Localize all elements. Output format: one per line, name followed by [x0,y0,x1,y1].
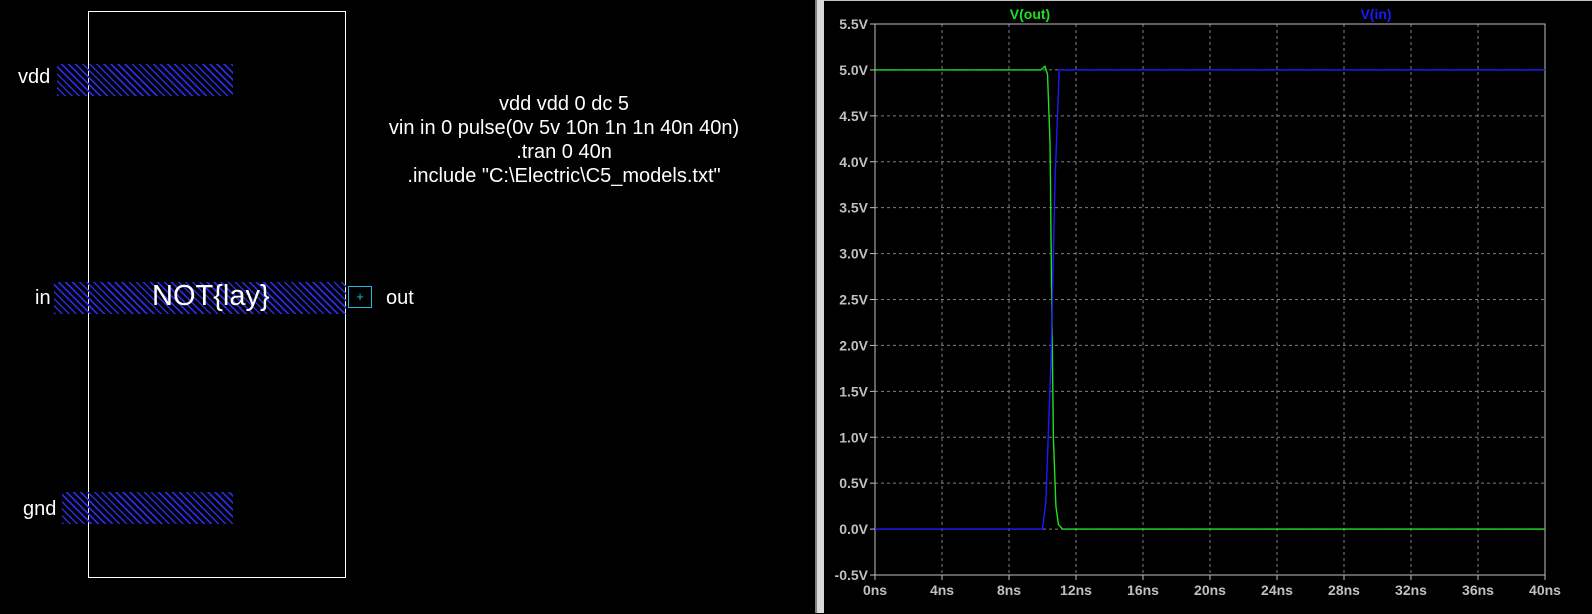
y-tick-label: 4.5V [839,108,868,124]
vdd-metal-rail[interactable] [57,64,233,96]
y-tick-label: 1.5V [839,383,868,399]
waveform-pane[interactable]: 0ns 4ns 8ns 12ns 16ns 20ns 24ns 28ns 32ns 36ns 40n… [824,0,1592,613]
x-tick-label: 24ns [1261,582,1293,598]
vdd-port-label[interactable]: vdd [18,66,50,88]
schematic-pane[interactable]: vdd in gnd NOT{lay} + out vdd vdd 0 dc 5… [0,0,815,613]
gnd-port-label[interactable]: gnd [23,498,56,520]
spice-line-tran: .tran 0 40n [516,141,612,163]
series-trace-0[interactable] [875,64,1545,530]
out-port-label[interactable]: out [386,287,414,309]
gnd-metal-rail[interactable] [62,492,233,524]
y-tick-label: 3.5V [839,200,868,216]
grid-layer [875,24,1545,575]
spice-line-vin: vin in 0 pulse(0v 5v 10n 1n 1n 40n 40n) [388,117,740,139]
x-tick-label: 8ns [997,582,1021,598]
cell-name: NOT{lay} [152,280,270,312]
y-tick-label: 2.5V [839,292,868,308]
x-tick-label: 4ns [930,582,954,598]
spice-line-vdd: vdd vdd 0 dc 5 [498,93,630,115]
series-layer [875,64,1545,530]
y-tick-label: 1.0V [839,429,868,445]
y-tick-label: 5.0V [839,62,868,78]
x-tick-label: 36ns [1462,582,1494,598]
spice-code-block[interactable]: vdd vdd 0 dc 5 vin in 0 pulse(0v 5v 10n … [330,92,798,188]
y-tick-label: 2.0V [839,337,868,353]
y-tick-label: 3.0V [839,246,868,262]
y-tick-label: 5.5V [839,16,868,32]
x-tick-label: 40ns [1529,582,1561,598]
x-tick-label: 32ns [1395,582,1427,598]
spice-line-include: .include "C:\Electric\C5_models.txt" [407,165,721,187]
legend-label-1[interactable]: V(in) [1360,6,1391,22]
x-tick-label: 28ns [1328,582,1360,598]
x-tick-label: 12ns [1060,582,1092,598]
waveform-chart[interactable]: 0ns 4ns 8ns 12ns 16ns 20ns 24ns 28ns 32ns 36ns 40n… [824,1,1592,614]
in-port-label[interactable]: in [35,287,51,309]
legend-layer: V(out) V(in) [1010,6,1392,22]
y-tick-label: 0.0V [839,521,868,537]
out-port-icon[interactable]: + [348,286,372,308]
x-tick-label: 0ns [863,582,887,598]
x-tick-label: 20ns [1194,582,1226,598]
legend-label-0[interactable]: V(out) [1010,6,1050,22]
x-tick-label: 16ns [1127,582,1159,598]
y-tick-label: 4.0V [839,154,868,170]
axis-layer: 0ns 4ns 8ns 12ns 16ns 20ns 24ns 28ns 32ns 36ns 40n… [835,16,1562,598]
y-tick-label: 0.5V [839,475,868,491]
pane-divider[interactable] [815,0,824,613]
y-tick-label: -0.5V [835,567,869,583]
